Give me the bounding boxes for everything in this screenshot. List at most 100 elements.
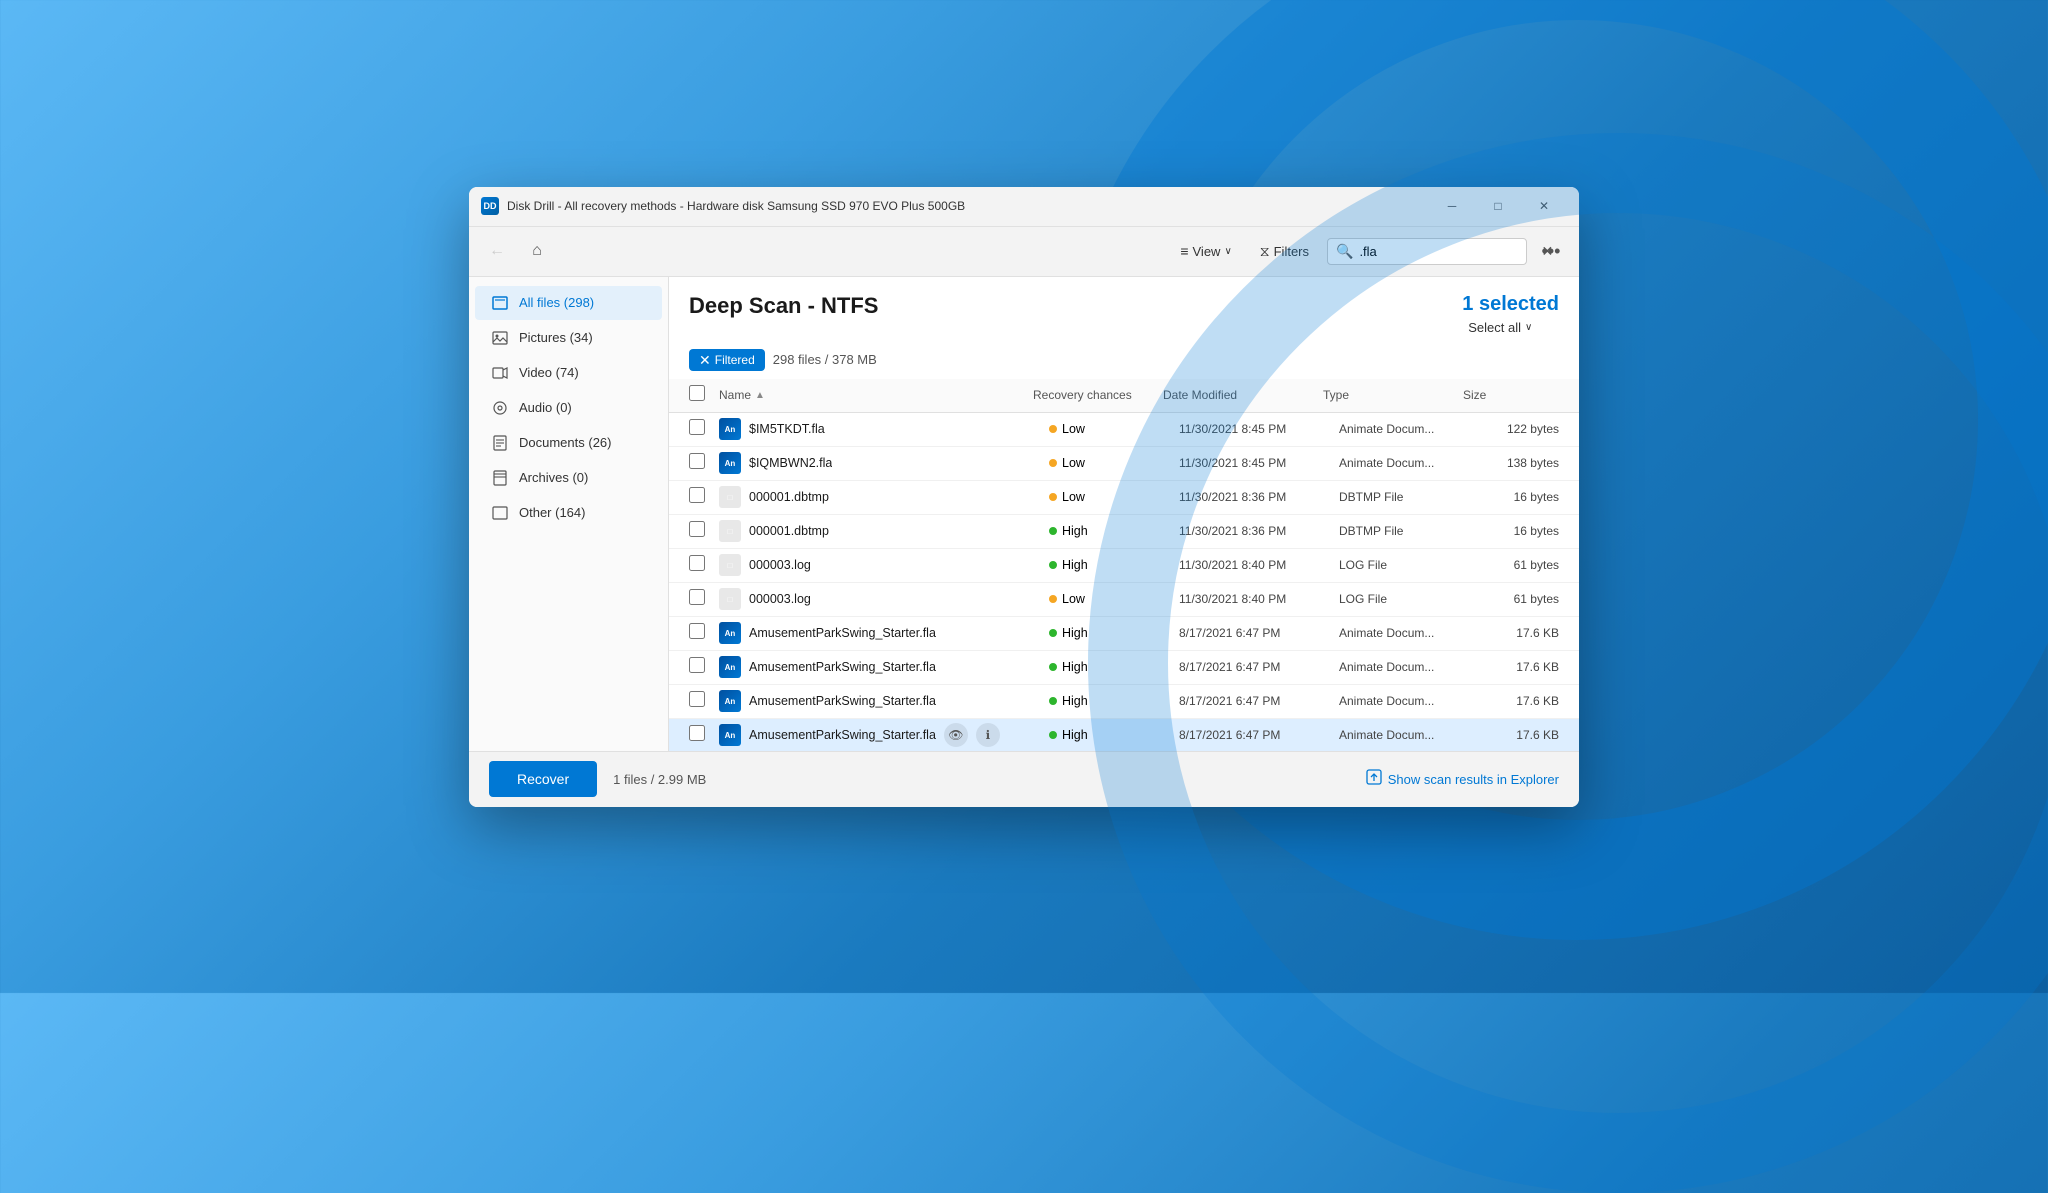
recovery-info: 1 files / 2.99 MB (613, 772, 1350, 787)
sidebar-item-archives[interactable]: Archives (0) (475, 461, 662, 495)
header-checkbox-cell (689, 385, 719, 406)
table-header: Name ▲ Recovery chances Date Modified Ty… (669, 379, 1579, 413)
table-row[interactable]: An AmusementParkSwing_Starter.fla High 8… (669, 651, 1579, 685)
table-row[interactable]: An AmusementParkSwing_Starter.fla 👁 ℹ Hi… (669, 719, 1579, 751)
show-results-button[interactable]: Show scan results in Explorer (1366, 769, 1559, 790)
row-type: Animate Docum... (1339, 456, 1479, 470)
row-recovery: High (1049, 524, 1179, 538)
sidebar-item-other[interactable]: Other (164) (475, 496, 662, 530)
row-size: 61 bytes (1479, 558, 1559, 572)
row-checkbox[interactable] (689, 453, 705, 469)
file-name: AmusementParkSwing_Starter.fla (749, 660, 936, 674)
sidebar-item-label: Video (74) (519, 365, 579, 380)
table-row[interactable]: An $IM5TKDT.fla Low 11/30/2021 8:45 PM A… (669, 413, 1579, 447)
content-header: Deep Scan - NTFS 1 selected Select all ∨ (669, 277, 1579, 345)
recover-button[interactable]: Recover (489, 761, 597, 797)
sidebar-item-label: Other (164) (519, 505, 585, 520)
row-recovery: Low (1049, 422, 1179, 436)
row-name-cell: An AmusementParkSwing_Starter.fla (719, 656, 1049, 678)
table-row[interactable]: An AmusementParkSwing_Starter.fla High 8… (669, 617, 1579, 651)
recovery-label: Low (1062, 456, 1085, 470)
recovery-label: High (1062, 694, 1088, 708)
recovery-label: Low (1062, 490, 1085, 504)
sidebar-item-video[interactable]: Video (74) (475, 356, 662, 390)
home-button[interactable]: ⌂ (521, 235, 553, 267)
file-icon: An (719, 724, 741, 746)
recovery-label: High (1062, 660, 1088, 674)
row-type: LOG File (1339, 558, 1479, 572)
main-content: All files (298) Pictures (34) Video (74)… (469, 277, 1579, 751)
row-checkbox[interactable] (689, 657, 705, 673)
header-recovery: Recovery chances (1033, 388, 1163, 402)
row-checkbox-cell (689, 521, 719, 542)
row-recovery: High (1049, 660, 1179, 674)
content-header-right: 1 selected Select all ∨ (1462, 293, 1559, 337)
sidebar-item-documents[interactable]: Documents (26) (475, 426, 662, 460)
row-size: 16 bytes (1479, 490, 1559, 504)
row-checkbox-cell (689, 453, 719, 474)
show-results-label: Show scan results in Explorer (1388, 772, 1559, 787)
row-type: Animate Docum... (1339, 626, 1479, 640)
recovery-label: High (1062, 558, 1088, 572)
filters-button[interactable]: ⧖ Filters (1250, 237, 1319, 266)
recovery-dot (1049, 663, 1057, 671)
row-action-eye-icon[interactable]: 👁 (944, 723, 968, 747)
recovery-label: High (1062, 626, 1088, 640)
row-date: 11/30/2021 8:45 PM (1179, 456, 1339, 470)
row-checkbox-cell (689, 487, 719, 508)
table-row[interactable]: □ 000001.dbtmp Low 11/30/2021 8:36 PM DB… (669, 481, 1579, 515)
recovery-dot (1049, 561, 1057, 569)
table-row[interactable]: □ 000003.log Low 11/30/2021 8:40 PM LOG … (669, 583, 1579, 617)
row-checkbox[interactable] (689, 487, 705, 503)
sidebar-item-all-files[interactable]: All files (298) (475, 286, 662, 320)
sidebar-item-audio[interactable]: Audio (0) (475, 391, 662, 425)
row-type: Animate Docum... (1339, 694, 1479, 708)
row-checkbox[interactable] (689, 691, 705, 707)
table-row[interactable]: An AmusementParkSwing_Starter.fla High 8… (669, 685, 1579, 719)
row-recovery: Low (1049, 490, 1179, 504)
row-name-cell: □ 000001.dbtmp (719, 520, 1049, 542)
row-recovery: High (1049, 694, 1179, 708)
filter-tag[interactable]: ✕ Filtered (689, 349, 765, 371)
recovery-label: High (1062, 728, 1088, 742)
row-checkbox[interactable] (689, 555, 705, 571)
window-controls: ─ □ ✕ (1429, 190, 1567, 222)
table-row[interactable]: An $IQMBWN2.fla Low 11/30/2021 8:45 PM A… (669, 447, 1579, 481)
row-checkbox[interactable] (689, 623, 705, 639)
pictures-icon (491, 329, 509, 347)
row-checkbox[interactable] (689, 589, 705, 605)
more-options-button[interactable]: ••• (1535, 235, 1567, 267)
view-button[interactable]: ≡ View ∨ (1170, 237, 1241, 265)
file-icon: □ (719, 554, 741, 576)
header-name[interactable]: Name ▲ (719, 388, 1033, 402)
table-row[interactable]: □ 000001.dbtmp High 11/30/2021 8:36 PM D… (669, 515, 1579, 549)
recovery-dot (1049, 425, 1057, 433)
row-action-info-icon[interactable]: ℹ (976, 723, 1000, 747)
row-date: 11/30/2021 8:36 PM (1179, 490, 1339, 504)
file-name: $IM5TKDT.fla (749, 422, 825, 436)
select-all-button[interactable]: Select all ∨ (1462, 318, 1538, 337)
select-all-checkbox[interactable] (689, 385, 705, 401)
file-icon: An (719, 622, 741, 644)
sidebar-item-pictures[interactable]: Pictures (34) (475, 321, 662, 355)
filter-icon: ⧖ (1260, 243, 1270, 260)
row-date: 11/30/2021 8:40 PM (1179, 592, 1339, 606)
row-checkbox[interactable] (689, 521, 705, 537)
row-date: 11/30/2021 8:45 PM (1179, 422, 1339, 436)
file-icon: □ (719, 588, 741, 610)
search-input[interactable] (1359, 244, 1535, 259)
row-checkbox[interactable] (689, 419, 705, 435)
filter-bar: ✕ Filtered 298 files / 378 MB (669, 345, 1579, 379)
row-checkbox[interactable] (689, 725, 705, 741)
maximize-button[interactable]: □ (1475, 190, 1521, 222)
table-row[interactable]: □ 000003.log High 11/30/2021 8:40 PM LOG… (669, 549, 1579, 583)
row-name-cell: □ 000003.log (719, 588, 1049, 610)
content-panel: Deep Scan - NTFS 1 selected Select all ∨… (669, 277, 1579, 751)
recovery-label: Low (1062, 592, 1085, 606)
minimize-button[interactable]: ─ (1429, 190, 1475, 222)
row-size: 61 bytes (1479, 592, 1559, 606)
close-button[interactable]: ✕ (1521, 190, 1567, 222)
select-all-chevron-icon: ∨ (1525, 322, 1532, 333)
sidebar-item-label: Documents (26) (519, 435, 611, 450)
back-button[interactable]: ← (481, 235, 513, 267)
